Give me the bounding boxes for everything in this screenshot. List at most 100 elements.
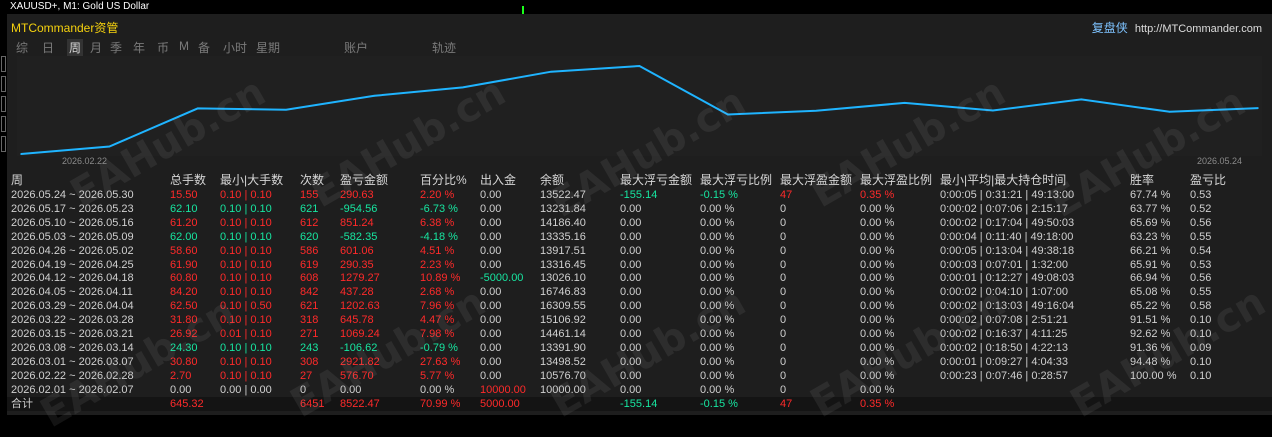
column-header: 最大浮盈金额 [780, 173, 853, 187]
total-lots: 31.80 [170, 314, 198, 327]
total-max-float-loss-pct: -0.15 % [700, 397, 738, 410]
max-float-profit-pct: 0.00 % [860, 383, 895, 396]
total-label: 合计 [11, 397, 33, 410]
table-row[interactable]: 2026.02.01 ~ 2026.02.07 0.00 0.00 | 0.00 0 0… [7, 383, 1272, 397]
balance: 13391.90 [540, 341, 586, 354]
tab-6[interactable]: 币 [157, 39, 169, 56]
max-float-profit-pct: 0.00 % [860, 230, 895, 243]
balance: 16309.55 [540, 300, 586, 313]
balance: 13335.16 [540, 230, 586, 243]
equity-point [992, 109, 994, 112]
tab-4[interactable]: 季 [110, 39, 122, 56]
tab-10[interactable]: 星期 [256, 39, 280, 56]
max-float-profit: 0 [780, 328, 787, 340]
total-lots: 30.80 [170, 355, 198, 368]
pnl-amount: -106.62 [340, 341, 378, 354]
total-count: 6451 [300, 397, 325, 410]
toolbar-handle-icon[interactable] [1, 76, 6, 92]
tab-0[interactable]: 综 [16, 39, 28, 56]
brand[interactable]: 复盘侠 http://MTCommander.com [1092, 19, 1262, 36]
toolbar-handle-icon[interactable] [1, 96, 6, 112]
balance: 13498.52 [540, 355, 586, 368]
deposit-withdraw: 0.00 [480, 369, 502, 382]
win-rate: 94.48 % [1130, 355, 1171, 368]
week-range: 2026.03.29 ~ 2026.04.04 [11, 300, 134, 313]
pnl-amount: 1202.63 [340, 300, 380, 313]
max-float-profit: 0 [780, 202, 787, 215]
table-row[interactable]: 2026.05.17 ~ 2026.05.23 62.10 0.10 | 0.10 6… [7, 202, 1272, 216]
toolbar-handle-icon[interactable] [1, 136, 6, 152]
equity-point [196, 107, 199, 110]
max-float-loss: 0.00 [620, 202, 642, 215]
max-float-loss-pct: 0.00 % [700, 341, 735, 354]
tab-7[interactable]: M [179, 39, 189, 53]
toolbar-handle-icon[interactable] [1, 116, 6, 132]
column-header: 百分比% [420, 173, 467, 187]
table-row[interactable]: 2026.04.05 ~ 2026.04.11 84.20 0.10 | 0.10 8… [7, 285, 1272, 299]
win-rate: 66.21 % [1130, 244, 1171, 257]
hold-time: 0:00:03 | 0:07:01 | 1:32:00 [940, 258, 1069, 271]
table-row[interactable]: 2026.04.19 ~ 2026.04.25 61.90 0.10 | 0.10 6… [7, 258, 1272, 272]
table-row[interactable]: 2026.03.01 ~ 2026.03.07 30.80 0.10 | 0.10 3… [7, 355, 1272, 369]
tab-12[interactable]: 轨迹 [432, 39, 456, 56]
total-lots: 58.60 [170, 244, 198, 257]
toolbar-handle-icon[interactable] [1, 56, 6, 72]
tab-11[interactable]: 账户 [344, 39, 368, 56]
max-float-profit-pct: 0.00 % [860, 328, 895, 340]
pnl-percent: 4.51 % [420, 244, 455, 257]
tab-3[interactable]: 月 [90, 39, 102, 56]
max-float-profit: 0 [780, 369, 787, 382]
win-rate: 65.69 % [1130, 216, 1171, 229]
max-float-loss: 0.00 [620, 286, 642, 299]
table-row[interactable]: 2026.02.22 ~ 2026.02.28 2.70 0.10 | 0.10 27… [7, 369, 1272, 383]
table-row[interactable]: 2026.05.03 ~ 2026.05.09 62.00 0.10 | 0.10 6… [7, 230, 1272, 244]
win-rate: 91.51 % [1130, 314, 1171, 327]
hold-time: 0:00:05 | 0:31:21 | 49:13:00 [940, 189, 1075, 201]
profit-ratio: 0.55 [1190, 286, 1212, 299]
pnl-amount: 576.70 [340, 369, 374, 382]
tab-5[interactable]: 年 [133, 39, 145, 56]
table-row[interactable]: 2026.03.22 ~ 2026.03.28 31.80 0.10 | 0.10 3… [7, 313, 1272, 327]
trade-count: 612 [300, 216, 319, 229]
tab-8[interactable]: 备 [198, 39, 210, 56]
min-max-lots: 0.10 | 0.50 [220, 300, 272, 313]
column-header: 余额 [540, 173, 565, 187]
pnl-percent: -0.79 % [420, 341, 458, 354]
pnl-amount: 290.35 [340, 258, 374, 271]
table-row[interactable]: 2026.03.08 ~ 2026.03.14 24.30 0.10 | 0.10 2… [7, 341, 1272, 355]
tab-9[interactable]: 小时 [223, 39, 247, 56]
win-rate: 91.36 % [1130, 341, 1171, 354]
max-float-loss: 0.00 [620, 328, 642, 340]
trade-count: 608 [300, 272, 319, 285]
deposit-withdraw: 0.00 [480, 355, 502, 368]
max-float-loss-pct: 0.00 % [700, 383, 735, 396]
trade-count: 0 [300, 383, 307, 396]
table-row[interactable]: 2026.03.15 ~ 2026.03.21 26.92 0.01 | 0.10 2… [7, 327, 1272, 341]
total-lots: 62.50 [170, 300, 198, 313]
tab-1[interactable]: 日 [42, 39, 54, 56]
min-max-lots: 0.10 | 0.10 [220, 189, 272, 201]
min-max-lots: 0.10 | 0.10 [220, 369, 272, 382]
pnl-amount: 601.06 [340, 244, 374, 257]
equity-point [461, 86, 464, 89]
deposit-withdraw: 0.00 [480, 328, 502, 340]
balance: 14461.14 [540, 328, 586, 340]
trade-count: 308 [300, 355, 319, 368]
table-row[interactable]: 2026.04.12 ~ 2026.04.18 60.80 0.10 | 0.10 6… [7, 271, 1272, 285]
win-rate: 66.94 % [1130, 272, 1171, 285]
table-row[interactable]: 2026.03.29 ~ 2026.04.04 62.50 0.10 | 0.50 6… [7, 299, 1272, 313]
win-rate: 63.23 % [1130, 230, 1171, 243]
equity-point [1168, 111, 1171, 113]
brand-url[interactable]: http://MTCommander.com [1135, 23, 1262, 35]
table-row[interactable]: 2026.04.26 ~ 2026.05.02 58.60 0.10 | 0.10 5… [7, 244, 1272, 258]
week-range: 2026.03.22 ~ 2026.03.28 [11, 314, 134, 327]
min-max-lots: 0.10 | 0.10 [220, 341, 272, 354]
table-row[interactable]: 2026.05.24 ~ 2026.05.30 15.50 0.10 | 0.10 1… [7, 188, 1272, 202]
profit-ratio: 0.10 [1190, 369, 1212, 382]
pnl-amount: -582.35 [340, 230, 378, 243]
tab-2[interactable]: 周 [67, 39, 84, 56]
table-row[interactable]: 2026.05.10 ~ 2026.05.16 61.20 0.10 | 0.10 6… [7, 216, 1272, 230]
week-range: 2026.02.22 ~ 2026.02.28 [11, 369, 134, 382]
max-float-loss: 0.00 [620, 383, 642, 396]
max-float-loss: 0.00 [620, 244, 642, 257]
